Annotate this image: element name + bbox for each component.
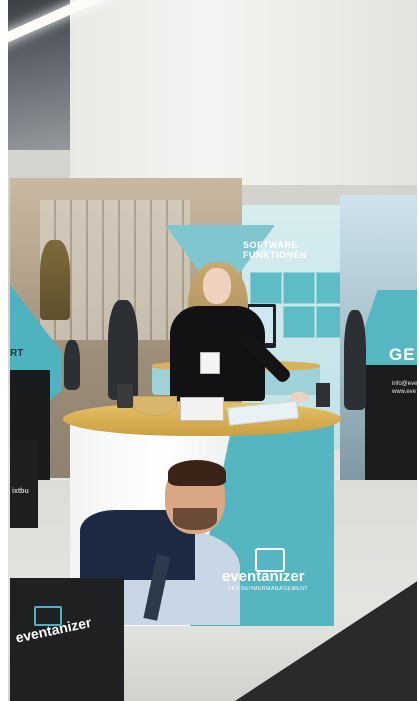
feature-tile xyxy=(283,306,315,338)
left-box-text: ixtbu xyxy=(12,488,29,495)
pen-holder xyxy=(117,384,133,408)
printed-man-beard xyxy=(173,508,217,530)
features-wall-title: SOFTWARE FUNKTIONEN xyxy=(243,240,307,260)
candy-bowl xyxy=(133,396,177,416)
pen-cup xyxy=(316,383,330,407)
photo-border-left xyxy=(0,0,8,701)
wall-title-line2: FUNKTIONEN xyxy=(243,250,307,260)
white-drape-backdrop xyxy=(70,0,419,185)
feature-tile xyxy=(250,272,282,304)
left-transport-box xyxy=(10,440,38,528)
background-visitor xyxy=(64,340,80,390)
counter-logo-tagline: TEILNEHMERMANAGEMENT xyxy=(228,586,309,592)
printed-man-hair xyxy=(168,460,226,486)
business-card-holder xyxy=(180,397,224,421)
name-badge xyxy=(200,352,220,374)
woman-face xyxy=(203,268,231,304)
printed-tree xyxy=(40,240,70,320)
right-panel-info: info@eve www.eve xyxy=(392,380,417,396)
background-visitor xyxy=(344,310,366,410)
wall-title-line1: SOFTWARE xyxy=(243,240,298,250)
left-panel-text: RT xyxy=(10,348,24,359)
info-email: info@eve xyxy=(392,381,418,387)
counter-logo-text: eventanizer xyxy=(222,568,305,585)
trade-show-booth-photo: RT SOFTWARE FUNKTIONEN GE info@eve www.e… xyxy=(0,0,419,701)
right-panel-text: GE xyxy=(389,345,416,364)
info-web: www.eve xyxy=(392,389,417,395)
feature-tile xyxy=(283,272,315,304)
